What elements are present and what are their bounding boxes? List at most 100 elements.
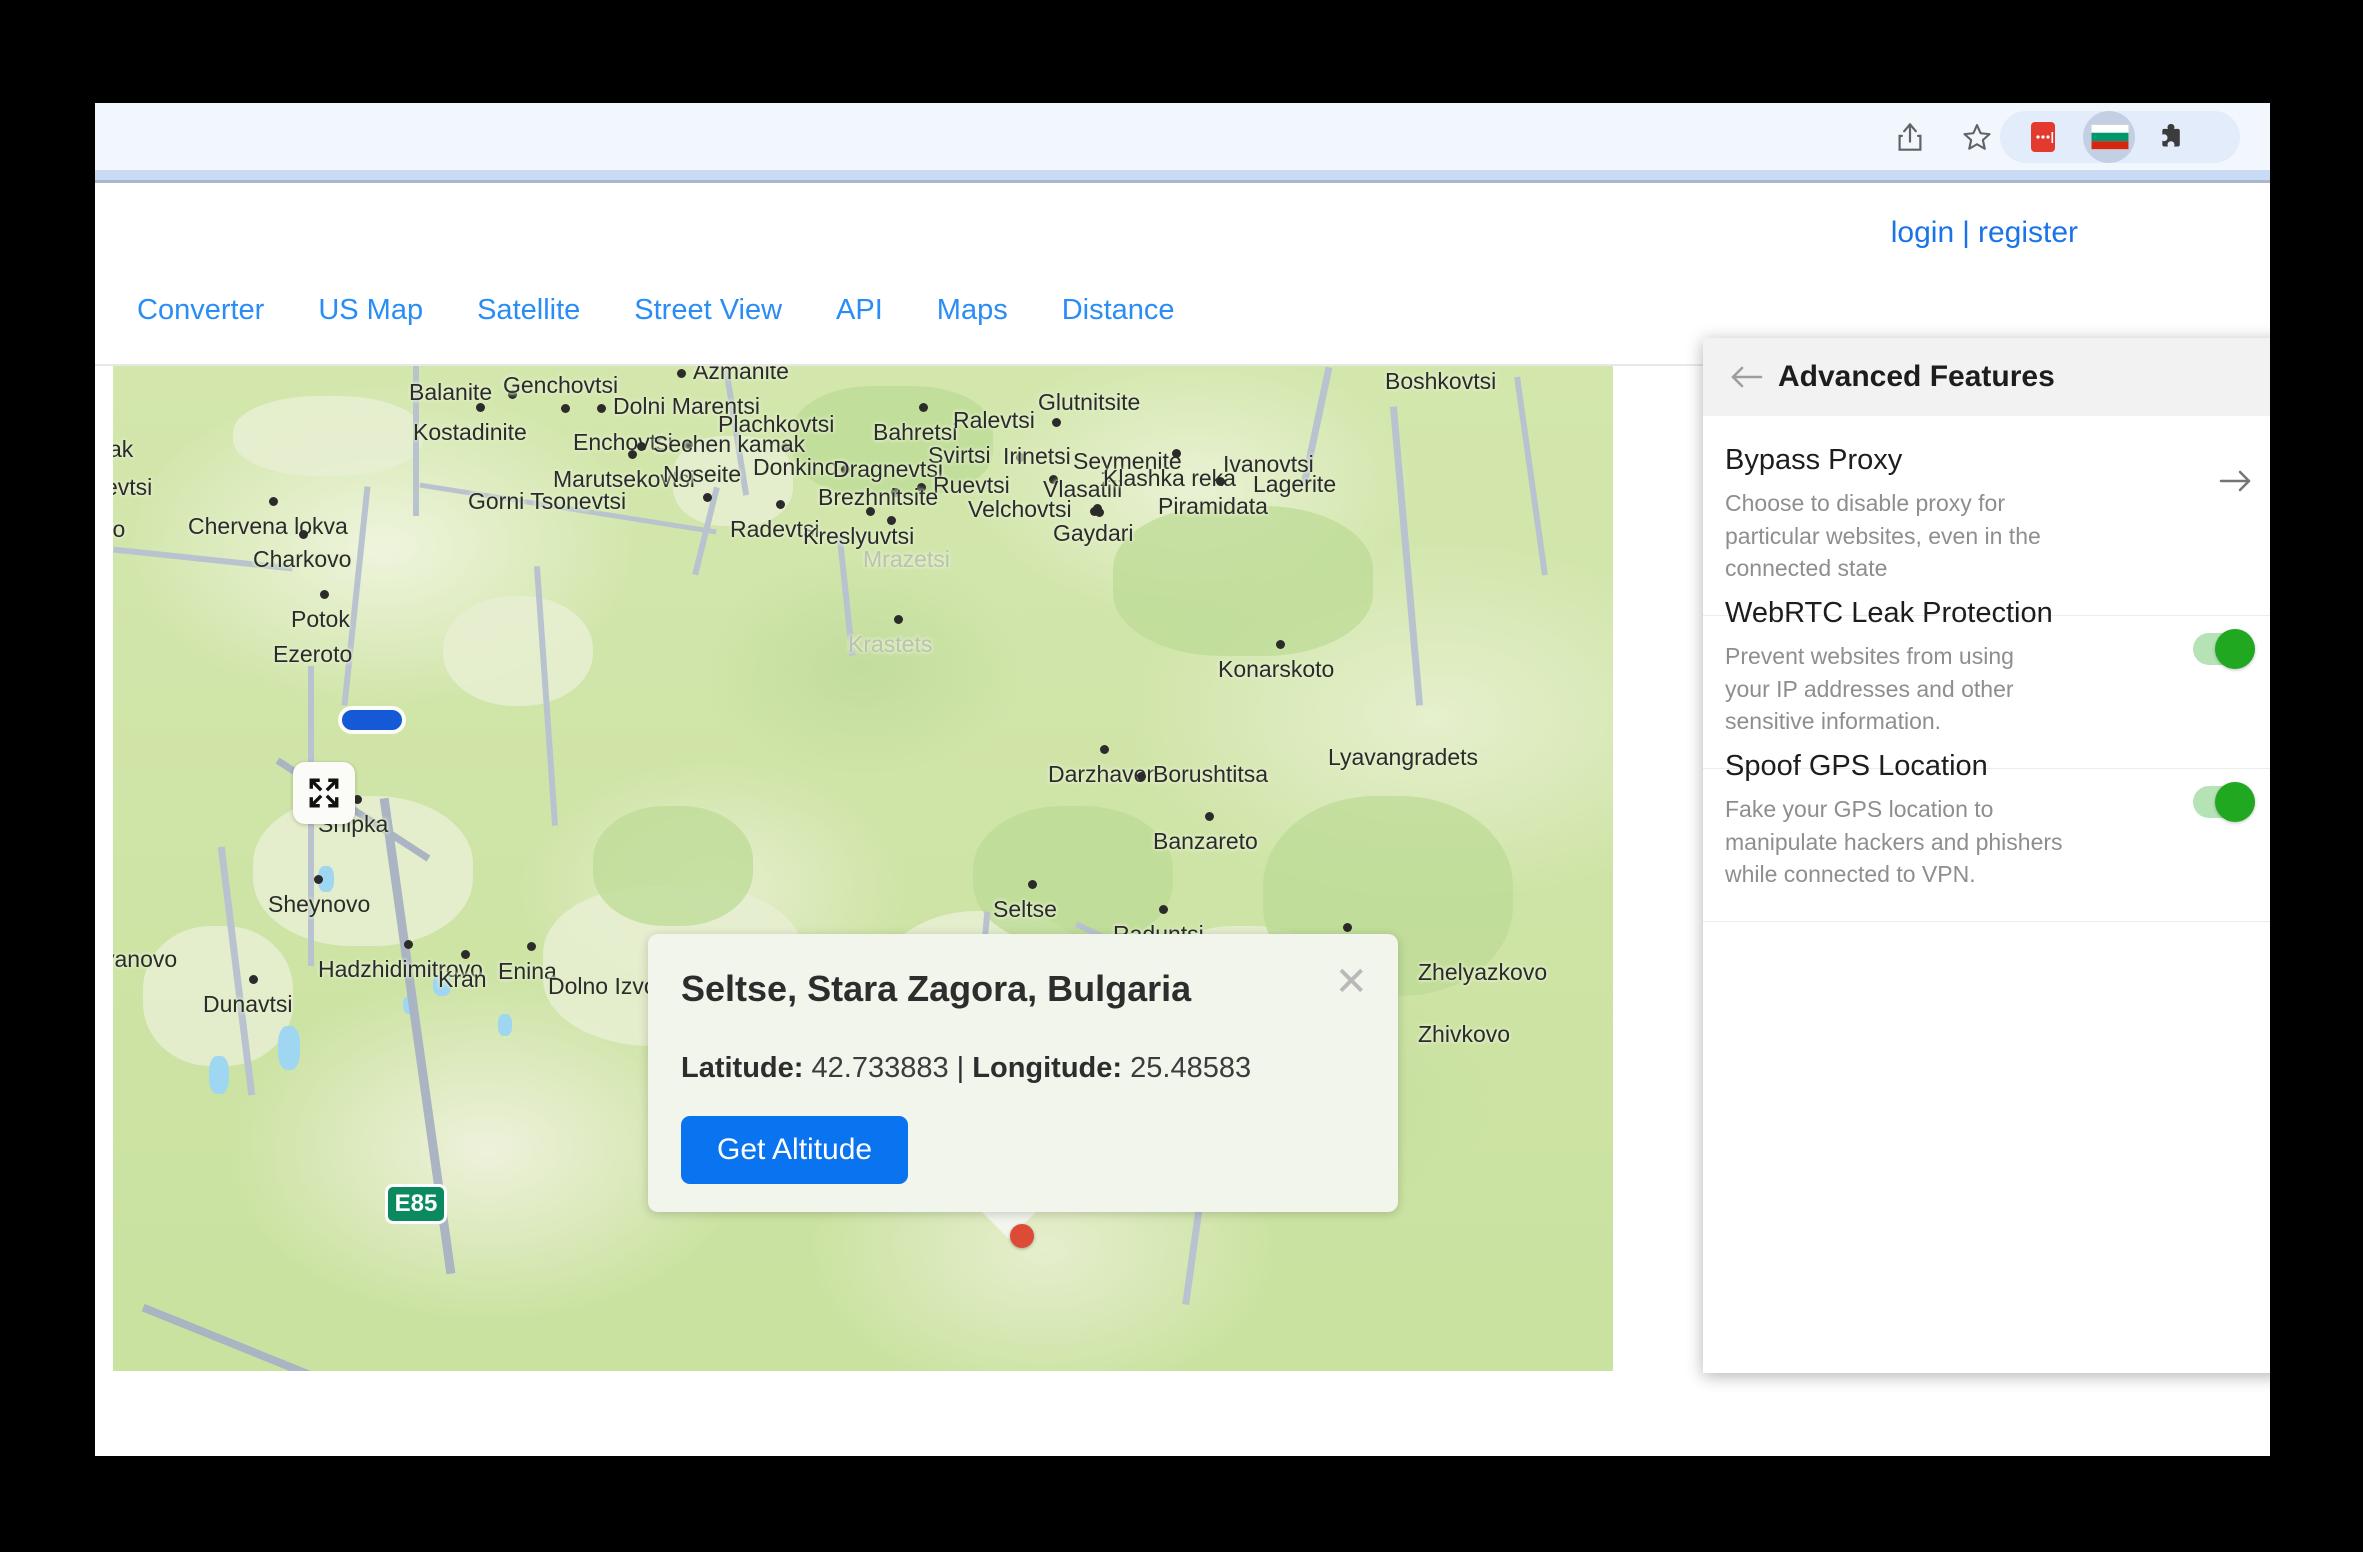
map-place-label: Borushtitsa (1153, 761, 1269, 787)
map-place-label-clipped: ak (113, 436, 134, 462)
map-place-label: Gorni Tsonevtsi (468, 488, 627, 514)
map-place-dot (627, 450, 637, 459)
nav-item-street-view[interactable]: Street View (607, 294, 809, 327)
account-separator: | (1962, 216, 1970, 249)
nav-item-api[interactable]: API (809, 294, 910, 327)
map-place-dot (1159, 905, 1168, 914)
location-callout: Seltse, Stara Zagora, Bulgaria ✕ Latitud… (648, 934, 1398, 1212)
close-icon[interactable]: ✕ (1334, 962, 1368, 1002)
nav-item-satellite[interactable]: Satellite (450, 294, 607, 327)
map-place-dot (314, 875, 323, 884)
nav-item-distance[interactable]: Distance (1035, 294, 1202, 327)
map-place-label-clipped: yanovo (113, 946, 178, 972)
extensions-puzzle-icon[interactable] (2153, 117, 2193, 157)
map-place-label: Balanite (409, 379, 493, 405)
map-water-patch (209, 1056, 229, 1094)
map-place-dot (894, 615, 903, 624)
map-terrain-patch (443, 596, 593, 706)
login-link[interactable]: login (1891, 216, 1954, 249)
map-place-dot (526, 942, 536, 951)
nav-item-us-map[interactable]: US Map (291, 294, 450, 327)
row-title: Spoof GPS Location (1725, 750, 1988, 782)
latitude-label: Latitude: (681, 1052, 804, 1084)
page-content: login | register Converter US Map Satellit… (95, 183, 2270, 1456)
coordinates-text: Latitude: 42.733883 | Longitude: 25.4858… (681, 1052, 1251, 1085)
map-place-label: Banzareto (1153, 828, 1258, 854)
map-place-label: Mrazetsi (863, 546, 950, 572)
coordinate-separator: | (956, 1052, 965, 1084)
map-place-dot (299, 530, 308, 539)
map-place-dot (560, 404, 570, 413)
map-place-label-clipped: vo (113, 516, 126, 542)
fullscreen-icon[interactable] (293, 762, 355, 824)
toggle-knob (2215, 782, 2255, 822)
row-spoof-gps-location[interactable]: Spoof GPS Location Fake your GPS locatio… (1703, 722, 2270, 922)
latitude-value: 42.733883 (811, 1052, 949, 1084)
map-place-dot (1052, 418, 1061, 427)
map-place-label: Konarskoto (1218, 656, 1335, 682)
bookmark-star-icon[interactable] (1957, 117, 1997, 157)
register-link[interactable]: register (1978, 216, 2078, 249)
map-place-dot (1215, 477, 1225, 486)
map-place-label: Zhelyazkovo (1418, 959, 1548, 985)
map-place-label: Seltse (993, 896, 1057, 922)
map-place-label: Irinetsi (1003, 443, 1071, 469)
map-terrain-patch (233, 396, 423, 476)
map-place-label: Lyavangradets (1328, 744, 1479, 770)
browser-toolbar (95, 103, 2270, 170)
map-forest-patch (593, 806, 753, 926)
row-description: Fake your GPS location to manipulate hac… (1725, 796, 2063, 888)
map-blue-control[interactable] (338, 706, 406, 734)
bulgaria-flag-vpn-icon[interactable] (2090, 117, 2130, 157)
map-place-dot (268, 497, 278, 506)
map-place-dot (1172, 449, 1181, 458)
map-place-label: Azmanite (693, 366, 789, 384)
spoof-gps-location-toggle[interactable] (2193, 782, 2255, 822)
map-place-dot (677, 369, 686, 378)
browser-window: login | register Converter US Map Satellit… (95, 103, 2270, 1456)
map-place-dot (319, 590, 329, 599)
map-place-dot (461, 950, 470, 959)
nav-item-converter[interactable]: Converter (110, 294, 291, 327)
map-place-label: Donkino (753, 454, 838, 480)
map-place-dot (1099, 745, 1109, 754)
get-altitude-button[interactable]: Get Altitude (681, 1116, 909, 1184)
map-place-label: Charkovo (253, 546, 352, 572)
toggle-knob (2215, 629, 2255, 669)
back-arrow-icon[interactable] (1723, 354, 1769, 400)
row-title: Bypass Proxy (1725, 444, 1903, 476)
map-place-dot (1275, 640, 1285, 649)
map-place-label: Piramidata (1158, 493, 1268, 519)
map-place-label: Ezeroto (273, 641, 353, 667)
map-place-label: Sheynovo (268, 891, 371, 917)
nav-item-maps[interactable]: Maps (910, 294, 1035, 327)
share-icon[interactable] (1890, 117, 1930, 157)
map-place-label: Krastets (848, 631, 933, 657)
map-place-label: Ralevtsi (953, 407, 1035, 433)
map-place-dot (1204, 812, 1214, 821)
longitude-value: 25.48583 (1130, 1052, 1252, 1084)
map-place-label: Velchovtsi (968, 496, 1072, 522)
map-water-patch (278, 1026, 300, 1070)
map-place-dot (1137, 772, 1146, 781)
map-place-label-clipped: evtsi (113, 474, 153, 500)
location-marker-pin[interactable] (1010, 1224, 1034, 1248)
map-place-label: Potok (291, 606, 350, 632)
webrtc-leak-protection-toggle[interactable] (2193, 629, 2255, 669)
map-place-label: Dunavtsi (203, 991, 293, 1017)
map-place-label: Kran (438, 966, 487, 992)
map-place-label: Chervena lokva (188, 513, 348, 539)
arrow-right-icon[interactable] (2219, 468, 2253, 499)
screen: login | register Converter US Map Satellit… (0, 0, 2363, 1552)
map-forest-patch (1113, 506, 1373, 656)
map-place-label-clipped: Boshkovtsi (1385, 368, 1497, 394)
row-title: WebRTC Leak Protection (1725, 597, 2053, 629)
map-place-label: Noseite (663, 461, 741, 487)
extension-panel-header: Advanced Features (1703, 338, 2270, 416)
map-place-label: Kostadinite (413, 419, 527, 445)
password-manager-extension-icon[interactable] (2023, 117, 2063, 157)
map-place-label: Ruevtsi (933, 472, 1010, 498)
map-canvas[interactable]: Balanite Genchovtsi Dolni Marentsi Azmanite… (113, 366, 1613, 1371)
map-place-dot (597, 404, 606, 413)
callout-title: Seltse, Stara Zagora, Bulgaria (681, 968, 1192, 1009)
